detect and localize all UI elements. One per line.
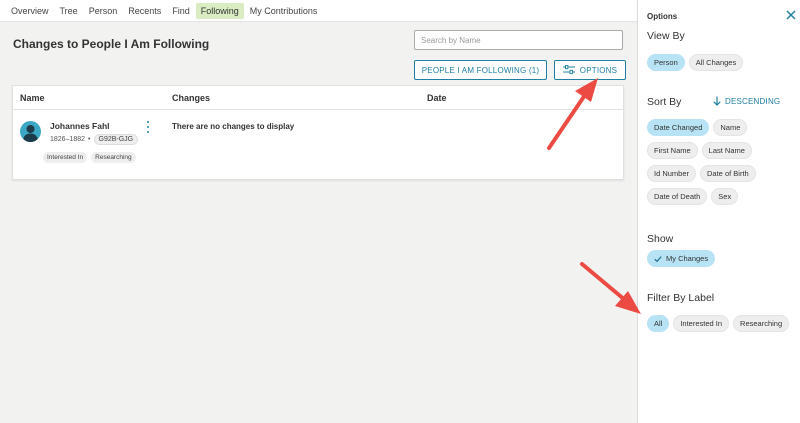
person-id: G92B-GJG: [93, 134, 139, 145]
table-header: Name Changes Date: [13, 86, 623, 110]
chip-researching[interactable]: Researching: [733, 315, 790, 332]
table-row: Johannes Fahl 1826–1882 • G92B-GJG Inter…: [13, 110, 623, 180]
empty-changes-message: There are no changes to display: [172, 122, 295, 131]
show-title: Show: [647, 233, 674, 245]
sort-by-title: Sort By: [647, 96, 682, 108]
close-icon[interactable]: [785, 9, 797, 21]
nav-recents[interactable]: Recents: [123, 3, 166, 19]
sort-by-options: Date Changed Name First Name Last Name I…: [647, 119, 797, 205]
top-nav: Overview Tree Person Recents Find Follow…: [0, 0, 637, 22]
nav-following[interactable]: Following: [195, 2, 244, 19]
label-chip-researching[interactable]: Researching: [91, 152, 136, 163]
sliders-icon: [562, 65, 575, 75]
more-options-icon[interactable]: [145, 121, 151, 133]
filter-by-label-title: Filter By Label: [647, 292, 715, 304]
view-by-title: View By: [647, 30, 685, 42]
chip-date-of-death[interactable]: Date of Death: [647, 188, 708, 205]
label-chip-interested-in[interactable]: Interested In: [43, 152, 88, 163]
column-header-name: Name: [20, 93, 45, 103]
chip-last-name[interactable]: Last Name: [701, 142, 752, 159]
chip-my-changes-label: My Changes: [666, 254, 709, 263]
chip-first-name[interactable]: First Name: [647, 142, 698, 159]
changes-table: Name Changes Date Johannes Fahl 1826–188…: [12, 85, 624, 180]
chip-date-of-birth[interactable]: Date of Birth: [700, 165, 756, 182]
chip-person[interactable]: Person: [647, 54, 685, 71]
chip-my-changes[interactable]: My Changes: [647, 250, 716, 267]
show-options: My Changes: [647, 250, 716, 267]
chip-date-changed[interactable]: Date Changed: [647, 119, 710, 136]
nav-my-contributions[interactable]: My Contributions: [245, 3, 323, 19]
chip-all[interactable]: All: [647, 315, 670, 332]
person-lifespan: 1826–1882 • G92B-GJG: [50, 134, 139, 145]
nav-overview[interactable]: Overview: [6, 3, 54, 19]
dates-separator: •: [88, 136, 91, 143]
sort-direction-toggle[interactable]: DESCENDING: [713, 96, 780, 106]
chip-name[interactable]: Name: [713, 119, 748, 136]
options-button[interactable]: OPTIONS: [554, 60, 626, 80]
chip-all-changes[interactable]: All Changes: [688, 54, 744, 71]
main-content: Changes to People I Am Following PEOPLE …: [0, 22, 637, 423]
person-silhouette-icon: [23, 125, 38, 142]
view-by-options: Person All Changes: [647, 54, 744, 71]
panel-title: Options: [647, 12, 678, 21]
people-following-button[interactable]: PEOPLE I AM FOLLOWING (1): [414, 60, 547, 80]
nav-tree[interactable]: Tree: [55, 3, 83, 19]
chip-id-number[interactable]: Id Number: [647, 165, 697, 182]
person-name[interactable]: Johannes Fahl: [50, 121, 110, 131]
column-header-date: Date: [427, 93, 447, 103]
chip-sex[interactable]: Sex: [711, 188, 739, 205]
options-button-label: OPTIONS: [579, 65, 618, 75]
person-dates: 1826–1882: [50, 136, 86, 143]
filter-options: All Interested In Researching: [647, 315, 797, 332]
person-labels: Interested In Researching: [43, 152, 136, 163]
nav-find[interactable]: Find: [167, 3, 195, 19]
page-title: Changes to People I Am Following: [13, 37, 210, 51]
chip-interested-in[interactable]: Interested In: [673, 315, 730, 332]
sort-direction-label: DESCENDING: [725, 96, 781, 106]
arrow-down-icon: [713, 96, 721, 106]
column-header-changes: Changes: [172, 93, 211, 103]
check-icon: [654, 255, 662, 262]
nav-person[interactable]: Person: [84, 3, 123, 19]
options-panel: Options View By Person All Changes Sort …: [637, 0, 800, 423]
search-input[interactable]: [414, 30, 623, 50]
avatar[interactable]: [20, 121, 41, 142]
